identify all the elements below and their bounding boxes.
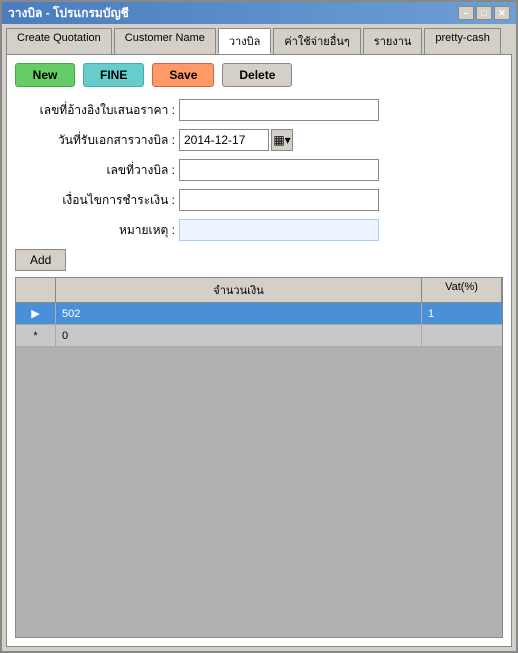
table-row[interactable]: ▶ 502 1 (16, 303, 502, 325)
window-title: วางบิล - โปรแกรมบัญชี (8, 4, 129, 23)
grid-cell-vat[interactable]: 1 (422, 303, 502, 324)
grid-section: จำนวนเงิน Vat(%) ▶ 502 1 * 0 (15, 277, 503, 638)
save-button[interactable]: Save (152, 63, 214, 87)
date-row: วันที่รับเอกสารวางบิล : ▦▾ (15, 129, 503, 151)
date-label: วันที่รับเอกสารวางบิล : (15, 131, 175, 150)
ref-label: เลขที่อ้างอิงใบเสนอราคา : (15, 101, 175, 120)
toolbar: New FINE Save Delete (15, 63, 503, 87)
form-section: เลขที่อ้างอิงใบเสนอราคา : วันที่รับเอกสา… (15, 99, 503, 241)
maximize-button[interactable]: □ (476, 6, 492, 20)
fine-button[interactable]: FINE (83, 63, 144, 87)
note-row: หมายเหตุ : (15, 219, 503, 241)
grid-cell-amount[interactable]: 0 (56, 325, 422, 346)
new-button[interactable]: New (15, 63, 75, 87)
billno-input[interactable] (179, 159, 379, 181)
grid-cell-vat[interactable] (422, 325, 502, 346)
tab-content: New FINE Save Delete เลขที่อ้างอิงใบเสนอ… (6, 54, 512, 647)
calendar-button[interactable]: ▦▾ (271, 129, 293, 151)
note-label: หมายเหตุ : (15, 221, 175, 240)
row-indicator: ▶ (16, 303, 56, 324)
close-button[interactable]: ✕ (494, 6, 510, 20)
grid-body: ▶ 502 1 * 0 (16, 303, 502, 637)
condition-input[interactable] (179, 189, 379, 211)
grid-header-vat: Vat(%) (422, 278, 502, 302)
title-bar-buttons: – □ ✕ (458, 6, 510, 20)
minimize-button[interactable]: – (458, 6, 474, 20)
delete-button[interactable]: Delete (222, 63, 292, 87)
billno-row: เลขที่วางบิล : (15, 159, 503, 181)
tab-create-quotation[interactable]: Create Quotation (6, 28, 112, 54)
tab-rayngarn[interactable]: รายงาน (363, 28, 423, 54)
note-input[interactable] (179, 219, 379, 241)
ref-input[interactable] (179, 99, 379, 121)
tab-wangbil[interactable]: วางบิล (218, 28, 271, 54)
date-input-wrap: ▦▾ (179, 129, 293, 151)
tab-bar: Create Quotation Customer Name วางบิล ค่… (2, 24, 516, 54)
table-row[interactable]: * 0 (16, 325, 502, 347)
grid-header-amount: จำนวนเงิน (56, 278, 422, 302)
grid-header-indicator (16, 278, 56, 302)
ref-row: เลขที่อ้างอิงใบเสนอราคา : (15, 99, 503, 121)
tab-kha-chai-jai[interactable]: ค่าใช้จ่ายอื่นๆ (273, 28, 360, 54)
grid-header: จำนวนเงิน Vat(%) (16, 278, 502, 303)
main-window: วางบิล - โปรแกรมบัญชี – □ ✕ Create Quota… (0, 0, 518, 653)
date-input[interactable] (179, 129, 269, 151)
tab-pretty-cash[interactable]: pretty-cash (424, 28, 500, 54)
title-bar: วางบิล - โปรแกรมบัญชี – □ ✕ (2, 2, 516, 24)
billno-label: เลขที่วางบิล : (15, 161, 175, 180)
row-indicator: * (16, 325, 56, 346)
condition-label: เงื่อนไขการชำระเงิน : (15, 191, 175, 210)
add-button[interactable]: Add (15, 249, 66, 271)
calendar-icon: ▦▾ (273, 133, 290, 147)
tab-customer-name[interactable]: Customer Name (114, 28, 216, 54)
condition-row: เงื่อนไขการชำระเงิน : (15, 189, 503, 211)
grid-cell-amount[interactable]: 502 (56, 303, 422, 324)
